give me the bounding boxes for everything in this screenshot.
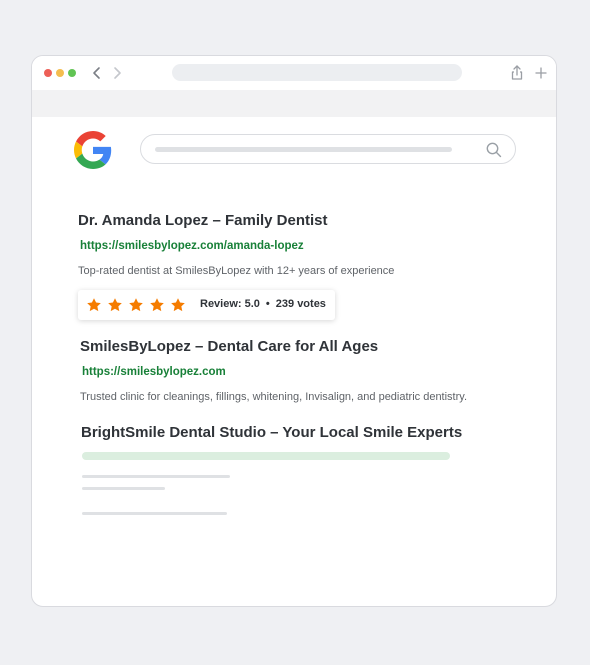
browser-window: Dr. Amanda Lopez – Family Dentist https:… — [31, 55, 557, 607]
result-title-link[interactable]: BrightSmile Dental Studio – Your Local S… — [81, 424, 462, 441]
minimize-window-button[interactable] — [56, 69, 64, 77]
url-placeholder-bar — [82, 452, 450, 460]
star-icon — [150, 298, 164, 312]
result-description: Trusted clinic for cleanings, fillings, … — [80, 391, 468, 403]
star-icon — [87, 298, 101, 312]
search-icon[interactable] — [485, 141, 503, 159]
star-rating — [86, 297, 186, 313]
back-arrow-icon[interactable] — [90, 65, 104, 81]
close-window-button[interactable] — [44, 69, 52, 77]
description-placeholder-line — [82, 512, 227, 515]
result-title-link[interactable]: SmilesByLopez – Dental Care for All Ages — [80, 338, 378, 355]
share-icon[interactable] — [508, 64, 526, 82]
address-bar[interactable] — [172, 64, 462, 81]
result-url[interactable]: https://smilesbylopez.com/amanda-lopez — [80, 240, 304, 252]
search-input[interactable] — [140, 134, 516, 164]
plus-icon[interactable] — [532, 64, 550, 82]
description-placeholder-line — [82, 487, 165, 490]
google-logo — [74, 131, 112, 169]
description-placeholder-line — [82, 475, 230, 478]
forward-arrow-icon[interactable] — [110, 65, 124, 81]
review-votes: 239 votes — [275, 298, 326, 310]
result-url[interactable]: https://smilesbylopez.com — [82, 366, 226, 378]
star-icon — [171, 298, 185, 312]
review-score: Review: 5.0 — [200, 298, 260, 310]
search-placeholder — [155, 147, 452, 152]
result-description: Top-rated dentist at SmilesByLopez with … — [78, 265, 395, 277]
maximize-window-button[interactable] — [68, 69, 76, 77]
browser-toolbar — [32, 90, 556, 117]
review-bullet: • — [265, 298, 270, 310]
result-title-link[interactable]: Dr. Amanda Lopez – Family Dentist — [78, 212, 328, 229]
review-summary: Review: 5.0 • 239 votes — [200, 298, 326, 310]
browser-titlebar — [32, 56, 556, 90]
star-icon — [129, 298, 143, 312]
review-rating-card: Review: 5.0 • 239 votes — [78, 290, 335, 320]
star-icon — [108, 298, 122, 312]
